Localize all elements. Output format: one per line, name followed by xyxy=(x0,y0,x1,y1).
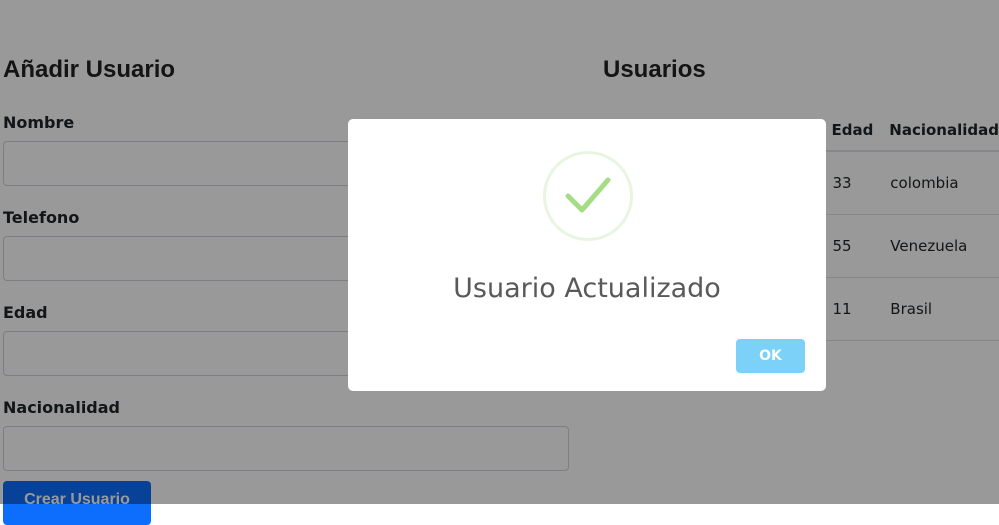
success-dialog: Usuario Actualizado OK xyxy=(348,119,826,391)
success-check-icon xyxy=(543,151,633,241)
ok-button[interactable]: OK xyxy=(736,339,805,373)
dialog-title: Usuario Actualizado xyxy=(453,273,721,304)
page: Añadir Usuario Nombre Telefono Edad Naci… xyxy=(0,0,999,525)
